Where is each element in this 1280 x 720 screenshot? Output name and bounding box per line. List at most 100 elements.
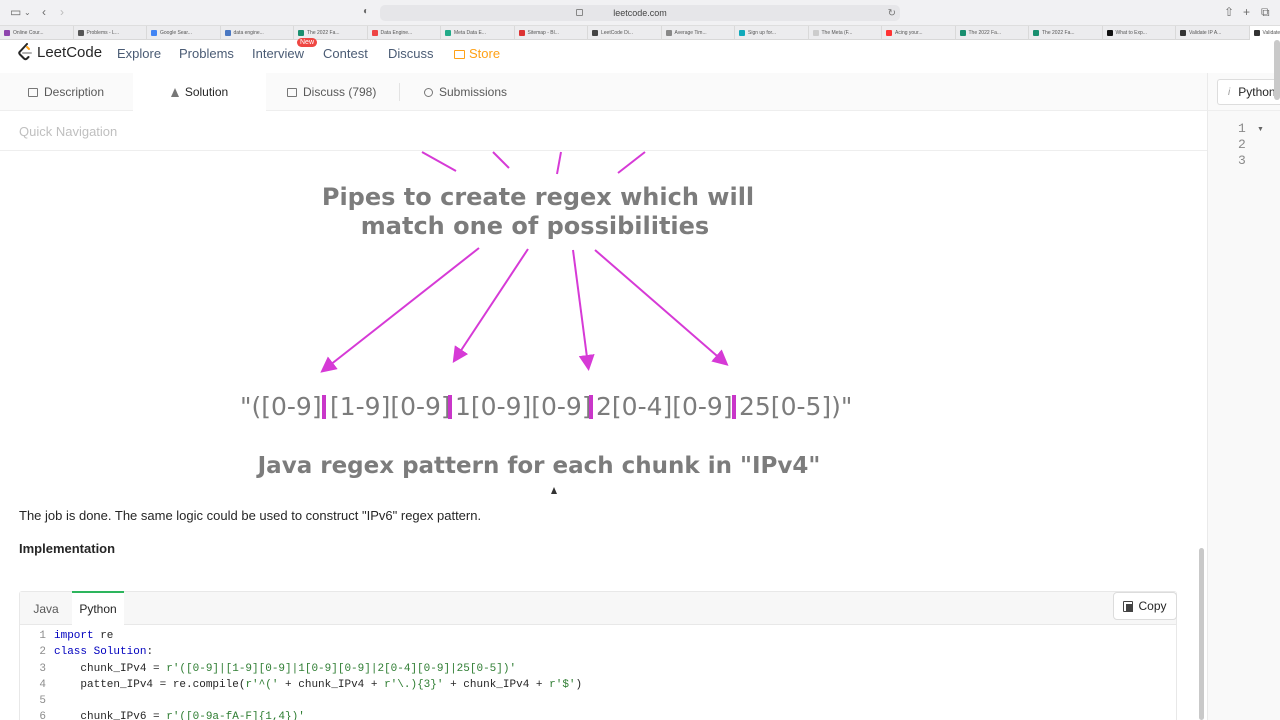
description-icon [28,87,38,97]
browser-tab[interactable]: Sitemap - Bl... [515,26,588,40]
browser-tab-title: The 2022 Fa... [968,30,1002,36]
nav-contest[interactable]: Contest [323,46,368,61]
code-lines: 1 import re 2 class Solution: 3 chunk_IPv4 =… [20,628,1176,720]
browser-tab[interactable]: Online Cour... [0,26,74,40]
browser-tab-title: Average Tim... [674,30,707,36]
nav-interview[interactable]: Interview [252,46,304,61]
problem-tabs: Description Solution Discuss (798) Submi… [0,73,1207,111]
browser-tab-title: data engine... [233,30,264,36]
info-icon: i [1228,86,1231,98]
language-select[interactable]: i Python [1217,79,1280,105]
fold-chevron-icon[interactable]: ▼ [1257,126,1264,133]
tab-solution[interactable]: Solution [133,73,266,111]
nav-explore[interactable]: Explore [117,46,161,61]
copy-label: Copy [1138,599,1167,613]
nav-discuss[interactable]: Discuss [388,46,434,61]
browser-tab-title: The 2022 Fa... [1042,30,1075,36]
favicon-icon [4,30,10,36]
reload-icon[interactable]: ↻ [888,6,896,22]
editor-line-number: 2 [1238,137,1246,152]
browser-tab[interactable]: The 2022 Fa... [1029,26,1103,40]
browser-tab-title: LeetCode Di... [601,30,633,36]
nav-store[interactable]: Store [454,46,500,61]
favicon-icon [1106,30,1113,36]
share-icon[interactable]: ⇧ [1224,5,1234,19]
tab-discuss[interactable]: Discuss (798) [287,73,376,111]
browser-tab[interactable]: Meta Data E... [441,26,515,40]
new-badge: New [297,38,318,47]
new-tab-icon[interactable]: + [1243,5,1250,19]
browser-tab[interactable]: data engine... [221,26,294,40]
browser-tab[interactable]: What to Exp... [1103,26,1176,40]
tab-description[interactable]: Description [28,73,104,111]
code-line: 3 chunk_IPv4 = r'([0-9]|[1-9][0-9]|1[0-9… [20,661,1176,677]
browser-tab[interactable]: Validate IP A... [1249,26,1280,40]
code-tab-java[interactable]: Java [20,592,72,625]
tab-description-label: Description [44,85,105,99]
browser-tab[interactable]: Data Engine... [368,26,441,40]
implementation-heading: Implementation [19,541,116,556]
favicon-icon [77,30,84,36]
code-language-tabs: Java Python Copy [20,591,1177,625]
lock-icon [576,9,583,16]
copy-button[interactable]: Copy [1113,592,1177,620]
quick-navigation[interactable]: Quick Navigation [0,111,1207,151]
solution-content: Pipes to create regex which will match o… [0,151,1207,720]
page-scrollbar[interactable] [1274,40,1280,100]
forward-icon[interactable]: › [60,5,64,19]
browser-tab[interactable]: Acing your... [882,26,956,40]
code-line-number: 2 [39,646,46,659]
browser-tab-title: Validate IP A... [1189,30,1222,36]
logo-text: LeetCode [37,44,103,61]
browser-tab[interactable]: Average Tim... [662,26,735,40]
regex-part: [1-9][0-9] [330,392,451,421]
site-navbar: LeetCode Explore Problems Interview New … [0,38,1280,74]
favicon-icon [665,30,672,36]
regex-diagram: Pipes to create regex which will match o… [240,151,852,479]
privacy-shield-icon[interactable]: ◐ [363,6,369,17]
flask-icon [170,87,179,97]
nav-problems[interactable]: Problems [179,46,234,61]
code-line-text: import re [54,630,114,642]
browser-tab[interactable]: LeetCode Di... [588,26,662,40]
code-line-number: 6 [39,711,46,720]
code-line-text: chunk_IPv4 = r'([0-9]|[1-9][0-9]|1[0-9][… [54,662,517,675]
tab-submissions[interactable]: Submissions [424,73,507,111]
language-select-value: Python [1238,85,1276,99]
code-line-text: patten_IPv4 = re.compile(r'^(' + chunk_I… [54,678,583,691]
favicon-icon [592,30,598,36]
browser-tab[interactable]: Google Sear... [147,26,221,40]
arrow [594,249,729,366]
browser-tab[interactable]: The Meta (F... [809,26,882,40]
code-line: 1 import re [20,628,1176,644]
code-line: 6 chunk_IPv6 = r'([0-9a-fA-F]{1,4})' [20,709,1176,720]
store-icon [454,50,465,59]
back-icon[interactable]: ‹ [42,5,46,19]
tab-solution-label: Solution [184,85,229,99]
diagram-subtitle: Java regex pattern for each chunk in "IP… [256,453,821,479]
code-tab-python[interactable]: Python [72,591,124,625]
tab-submissions-label: Submissions [439,85,508,99]
regex-part: "([0-9] [240,392,322,421]
browser-tab[interactable]: Problems - L... [74,26,147,40]
browser-tab[interactable]: The 2022 Fa... [956,26,1029,40]
code-block: Java Python Copy 1 import re 2 class Soluti… [19,591,1177,720]
diagram-caption-line2: match one of possibilities [361,212,709,240]
code-line-number: 3 [39,662,46,675]
content-scrollbar[interactable] [1199,548,1204,720]
code-line-text: class Solution: [54,646,154,659]
tab-overview-icon[interactable]: ⧉ [1261,5,1270,20]
chevron-down-icon[interactable]: ⌄ [24,8,31,17]
browser-tab[interactable]: Validate IP A... [1176,26,1250,40]
arrow [320,247,480,373]
copy-icon [1123,600,1134,612]
address-bar[interactable]: leetcode.com ↻ [380,5,900,21]
sidebar-toggle-icon[interactable]: ▭ [10,5,21,19]
leetcode-logo[interactable]: LeetCode [18,43,102,62]
code-editor[interactable]: 1 2 3 [1207,111,1280,720]
favicon-icon [886,30,892,36]
browser-tab[interactable]: Sign up for... [735,26,809,40]
pipe-marker [448,395,452,419]
code-line: 4 patten_IPv4 = re.compile(r'^(' + chunk… [20,677,1176,693]
favicon-icon [1253,30,1260,36]
